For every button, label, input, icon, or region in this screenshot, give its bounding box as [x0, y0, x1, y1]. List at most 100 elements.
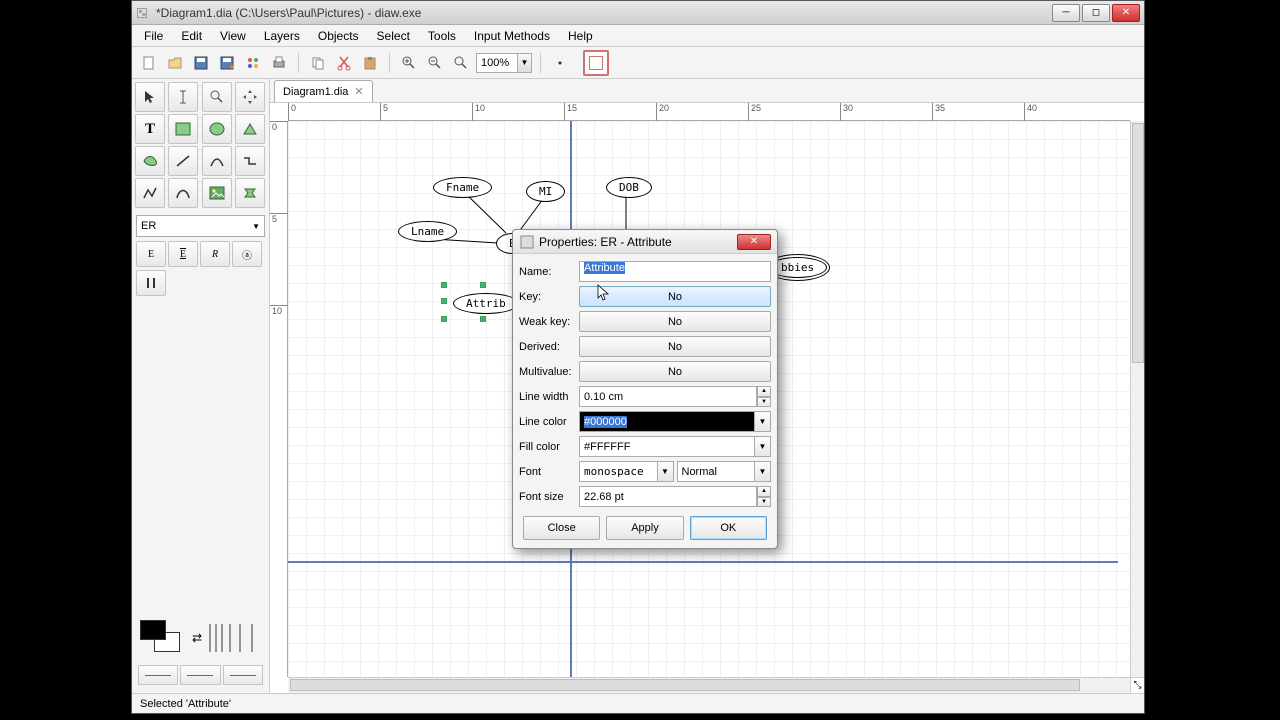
arc-tool[interactable] — [202, 146, 232, 176]
line-tool[interactable] — [168, 146, 198, 176]
linecolor-combo[interactable]: #000000 ▼ — [579, 411, 771, 432]
arrow-end-style[interactable] — [223, 665, 263, 685]
scrollbar-horizontal[interactable] — [288, 677, 1130, 693]
export-button[interactable] — [242, 52, 264, 74]
zoom-dropdown-icon[interactable]: ▼ — [517, 54, 531, 72]
chevron-down-icon[interactable]: ▼ — [658, 461, 674, 482]
ok-button[interactable]: OK — [690, 516, 767, 540]
spin-up-icon[interactable]: ▲ — [757, 386, 771, 397]
apply-button[interactable]: Apply — [606, 516, 683, 540]
arrow-start-style[interactable] — [138, 665, 178, 685]
tool-panel: T ER ▼ E E R ⓐ — [132, 79, 270, 693]
weakkey-toggle[interactable]: No — [579, 311, 771, 332]
chevron-down-icon[interactable]: ▼ — [755, 461, 771, 482]
text-cursor-tool[interactable] — [168, 82, 198, 112]
bezier-tool[interactable] — [168, 178, 198, 208]
er-attr-dob[interactable]: DOB — [606, 177, 652, 198]
er-entity-tool[interactable]: E — [136, 241, 166, 267]
pointer-tool[interactable] — [135, 82, 165, 112]
save-button[interactable] — [190, 52, 212, 74]
er-attr-lname[interactable]: Lname — [398, 221, 457, 242]
menu-file[interactable]: File — [136, 27, 171, 45]
beziergon-tool[interactable] — [135, 146, 165, 176]
chevron-down-icon: ▼ — [252, 222, 260, 231]
menu-help[interactable]: Help — [560, 27, 601, 45]
fillcolor-combo[interactable]: #FFFFFF ▼ — [579, 436, 771, 457]
swap-colors-icon[interactable]: ⇄ — [192, 631, 202, 645]
text-tool[interactable]: T — [135, 114, 165, 144]
zoomin-button[interactable] — [398, 52, 420, 74]
magnify-tool[interactable] — [202, 82, 232, 112]
menu-layers[interactable]: Layers — [256, 27, 308, 45]
multivalue-toggle[interactable]: No — [579, 361, 771, 382]
chevron-down-icon[interactable]: ▼ — [755, 411, 771, 432]
print-button[interactable] — [268, 52, 290, 74]
color-swatches[interactable]: ⇄ — [138, 617, 263, 659]
nav-arrow-icon[interactable]: ⤡ — [1130, 677, 1144, 693]
er-attribute-tool[interactable]: ⓐ — [232, 241, 262, 267]
spin-down-icon[interactable]: ▼ — [757, 397, 771, 408]
menu-tools[interactable]: Tools — [420, 27, 464, 45]
close-button[interactable]: ✕ — [1112, 4, 1140, 22]
zoom-input[interactable] — [477, 57, 517, 69]
label-fontsize: Font size — [519, 491, 579, 503]
new-button[interactable] — [138, 52, 160, 74]
key-toggle[interactable]: No — [579, 286, 771, 307]
outline-tool[interactable] — [235, 178, 265, 208]
menu-edit[interactable]: Edit — [173, 27, 210, 45]
zigzag-tool[interactable] — [235, 146, 265, 176]
polyline-tool[interactable] — [135, 178, 165, 208]
zoomfit-button[interactable] — [450, 52, 472, 74]
image-tool[interactable] — [202, 178, 232, 208]
cut-button[interactable] — [333, 52, 355, 74]
close-button[interactable]: Close — [523, 516, 600, 540]
line-pattern-preview — [206, 620, 256, 656]
minimize-button[interactable]: ─ — [1052, 4, 1080, 22]
fontfamily-combo[interactable]: monospace ▼ — [579, 461, 674, 482]
label-linecolor: Line color — [519, 416, 579, 428]
maximize-button[interactable]: ◻ — [1082, 4, 1110, 22]
label-key: Key: — [519, 291, 579, 303]
name-input[interactable]: Attribute — [579, 261, 771, 282]
spin-down-icon[interactable]: ▼ — [757, 497, 771, 508]
paste-button[interactable] — [359, 52, 381, 74]
polygon-tool[interactable] — [235, 114, 265, 144]
tab-label: Diagram1.dia — [283, 86, 348, 98]
snap-grid-button[interactable] — [583, 50, 609, 76]
line-style[interactable] — [180, 665, 220, 685]
zoom-combo[interactable]: ▼ — [476, 53, 532, 73]
scroll-tool[interactable] — [235, 82, 265, 112]
copy-button[interactable] — [307, 52, 329, 74]
saveas-button[interactable]: ★ — [216, 52, 238, 74]
dialog-title: Properties: ER - Attribute — [539, 235, 672, 249]
ellipse-tool[interactable] — [202, 114, 232, 144]
linewidth-spinner[interactable]: ▲▼ — [579, 386, 771, 407]
fontstyle-combo[interactable]: Normal ▼ — [677, 461, 772, 482]
er-weak-entity-tool[interactable]: E — [168, 241, 198, 267]
fg-color-swatch[interactable] — [140, 620, 166, 640]
derived-toggle[interactable]: No — [579, 336, 771, 357]
open-button[interactable] — [164, 52, 186, 74]
chevron-down-icon[interactable]: ▼ — [755, 436, 771, 457]
app-window: *Diagram1.dia (C:\Users\Paul\Pictures) -… — [131, 0, 1145, 714]
sheet-selector[interactable]: ER ▼ — [136, 215, 265, 237]
er-relationship-tool[interactable]: R — [200, 241, 230, 267]
zoomout-button[interactable] — [424, 52, 446, 74]
er-participation-tool[interactable] — [136, 270, 166, 296]
fontsize-spinner[interactable]: ▲▼ — [579, 486, 771, 507]
er-attr-fname[interactable]: Fname — [433, 177, 492, 198]
window-title: *Diagram1.dia (C:\Users\Paul\Pictures) -… — [156, 6, 1052, 20]
er-attr-mi[interactable]: MI — [526, 181, 565, 202]
menu-view[interactable]: View — [212, 27, 254, 45]
menu-objects[interactable]: Objects — [310, 27, 367, 45]
menu-select[interactable]: Select — [369, 27, 418, 45]
document-tab[interactable]: Diagram1.dia ✕ — [274, 80, 373, 102]
scrollbar-vertical[interactable] — [1130, 121, 1144, 677]
menu-input-methods[interactable]: Input Methods — [466, 27, 558, 45]
dialog-close-button[interactable]: ✕ — [737, 234, 771, 250]
dialog-titlebar[interactable]: Properties: ER - Attribute ✕ — [513, 230, 777, 254]
spin-up-icon[interactable]: ▲ — [757, 486, 771, 497]
box-tool[interactable] — [168, 114, 198, 144]
snap-dot-button[interactable] — [549, 52, 571, 74]
tab-close-icon[interactable]: ✕ — [354, 85, 363, 98]
